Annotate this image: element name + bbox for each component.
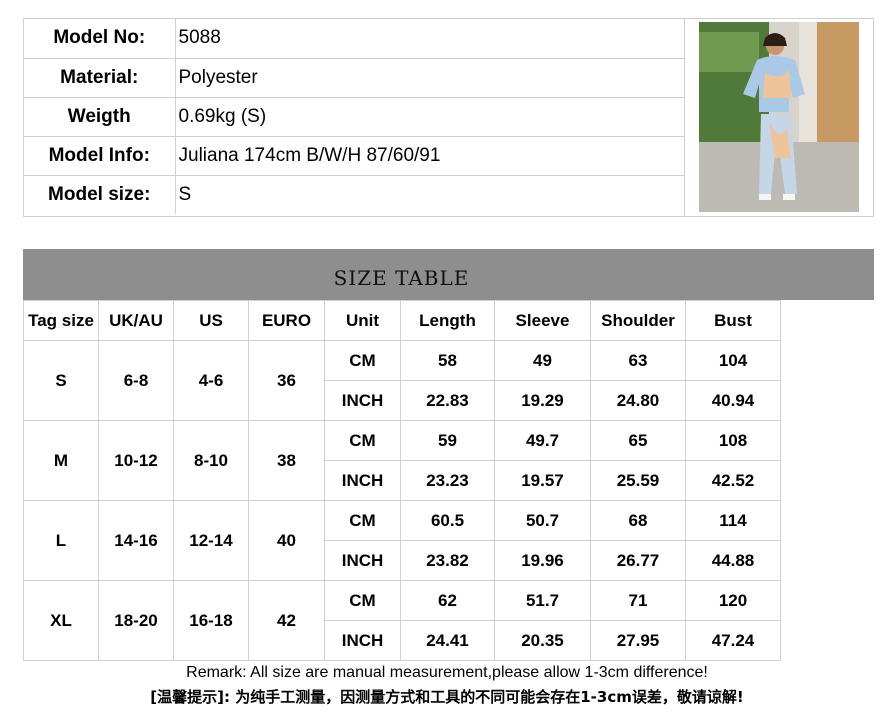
size-table-header: SIZE TABLE [23, 249, 874, 300]
length-cell: 22.83 [400, 380, 495, 421]
info-label: Model size: [24, 174, 176, 214]
bust-cell: 114 [685, 500, 781, 541]
uk-au-cell: 14-16 [98, 500, 174, 581]
sleeve-cell: 19.29 [494, 380, 591, 421]
tag-size-cell: XL [23, 580, 99, 661]
shoulder-cell: 63 [590, 340, 686, 381]
sleeve-cell: 49.7 [494, 420, 591, 461]
sleeve-cell: 19.57 [494, 460, 591, 501]
size-table-panel: SIZE TABLE Tag size UK/AU US EURO Unit L… [23, 249, 874, 661]
uk-au-cell: 10-12 [98, 420, 174, 501]
info-value: Juliana 174cm B/W/H 87/60/91 [174, 135, 685, 176]
sleeve-cell: 20.35 [494, 620, 591, 661]
shoulder-cell: 65 [590, 420, 686, 461]
euro-cell: 36 [248, 340, 325, 421]
sleeve-cell: 50.7 [494, 500, 591, 541]
info-row-material: Material: Polyester [24, 57, 685, 98]
size-row-cm: XL 18-20 16-18 42 CM 62 51.7 71 120 [23, 580, 781, 661]
info-value: S [174, 174, 685, 214]
info-label: Model Info: [24, 135, 176, 176]
tag-size-cell: S [23, 340, 99, 421]
size-table: Tag size UK/AU US EURO Unit Length Sleev… [23, 300, 781, 661]
length-cell: 59 [400, 420, 495, 461]
unit-cell: CM [324, 500, 401, 541]
size-row-cm: S 6-8 4-6 36 CM 58 49 63 104 [23, 340, 781, 421]
model-photo-cell [684, 19, 874, 216]
bust-cell: 104 [685, 340, 781, 381]
info-label: Material: [24, 57, 176, 98]
shoulder-cell: 26.77 [590, 540, 686, 581]
unit-cell: CM [324, 420, 401, 461]
length-cell: 23.23 [400, 460, 495, 501]
shoulder-cell: 27.95 [590, 620, 686, 661]
bust-cell: 44.88 [685, 540, 781, 581]
sleeve-cell: 51.7 [494, 580, 591, 621]
size-row-cm: L 14-16 12-14 40 CM 60.5 50.7 68 114 [23, 500, 781, 581]
bust-cell: 40.94 [685, 380, 781, 421]
bust-cell: 42.52 [685, 460, 781, 501]
bust-cell: 120 [685, 580, 781, 621]
unit-cell: INCH [324, 620, 401, 661]
shoulder-cell: 68 [590, 500, 686, 541]
length-cell: 62 [400, 580, 495, 621]
unit-cell: INCH [324, 380, 401, 421]
product-info-panel: Model No: 5088 Material: Polyester Weigt… [23, 18, 874, 217]
info-value: 0.69kg (S) [174, 96, 685, 137]
euro-cell: 38 [248, 420, 325, 501]
unit-cell: INCH [324, 460, 401, 501]
remark-chinese: [温馨提示]: 为纯手工测量，因测量方式和工具的不同可能会存在1-3cm误差，敬… [150, 688, 744, 706]
uk-au-cell: 6-8 [98, 340, 174, 421]
info-row-model-info: Model Info: Juliana 174cm B/W/H 87/60/91 [24, 135, 685, 176]
info-row-weight: Weigth 0.69kg (S) [24, 96, 685, 137]
product-info-table: Model No: 5088 Material: Polyester Weigt… [24, 19, 685, 214]
length-cell: 24.41 [400, 620, 495, 661]
unit-cell: INCH [324, 540, 401, 581]
unit-cell: CM [324, 580, 401, 621]
unit-cell: CM [324, 340, 401, 381]
sleeve-cell: 49 [494, 340, 591, 381]
tag-size-cell: M [23, 420, 99, 501]
length-cell: 23.82 [400, 540, 495, 581]
info-label: Model No: [24, 19, 176, 59]
info-value: 5088 [174, 19, 685, 59]
info-row-model-size: Model size: S [24, 174, 685, 214]
us-cell: 16-18 [173, 580, 249, 661]
us-cell: 4-6 [173, 340, 249, 421]
info-row-model-no: Model No: 5088 [24, 19, 685, 59]
uk-au-cell: 18-20 [98, 580, 174, 661]
shoulder-cell: 25.59 [590, 460, 686, 501]
size-table-title: SIZE TABLE [333, 266, 470, 290]
remark-english: Remark: All size are manual measurement,… [186, 664, 708, 681]
sleeve-cell: 19.96 [494, 540, 591, 581]
tag-size-cell: L [23, 500, 99, 581]
us-cell: 12-14 [173, 500, 249, 581]
bust-cell: 47.24 [685, 620, 781, 661]
shoulder-cell: 24.80 [590, 380, 686, 421]
length-cell: 58 [400, 340, 495, 381]
bust-cell: 108 [685, 420, 781, 461]
info-label: Weigth [24, 96, 176, 137]
info-value: Polyester [174, 57, 685, 98]
euro-cell: 40 [248, 500, 325, 581]
us-cell: 8-10 [173, 420, 249, 501]
euro-cell: 42 [248, 580, 325, 661]
shoulder-cell: 71 [590, 580, 686, 621]
size-row-cm: M 10-12 8-10 38 CM 59 49.7 65 108 [23, 420, 781, 501]
model-photo [699, 22, 859, 212]
length-cell: 60.5 [400, 500, 495, 541]
